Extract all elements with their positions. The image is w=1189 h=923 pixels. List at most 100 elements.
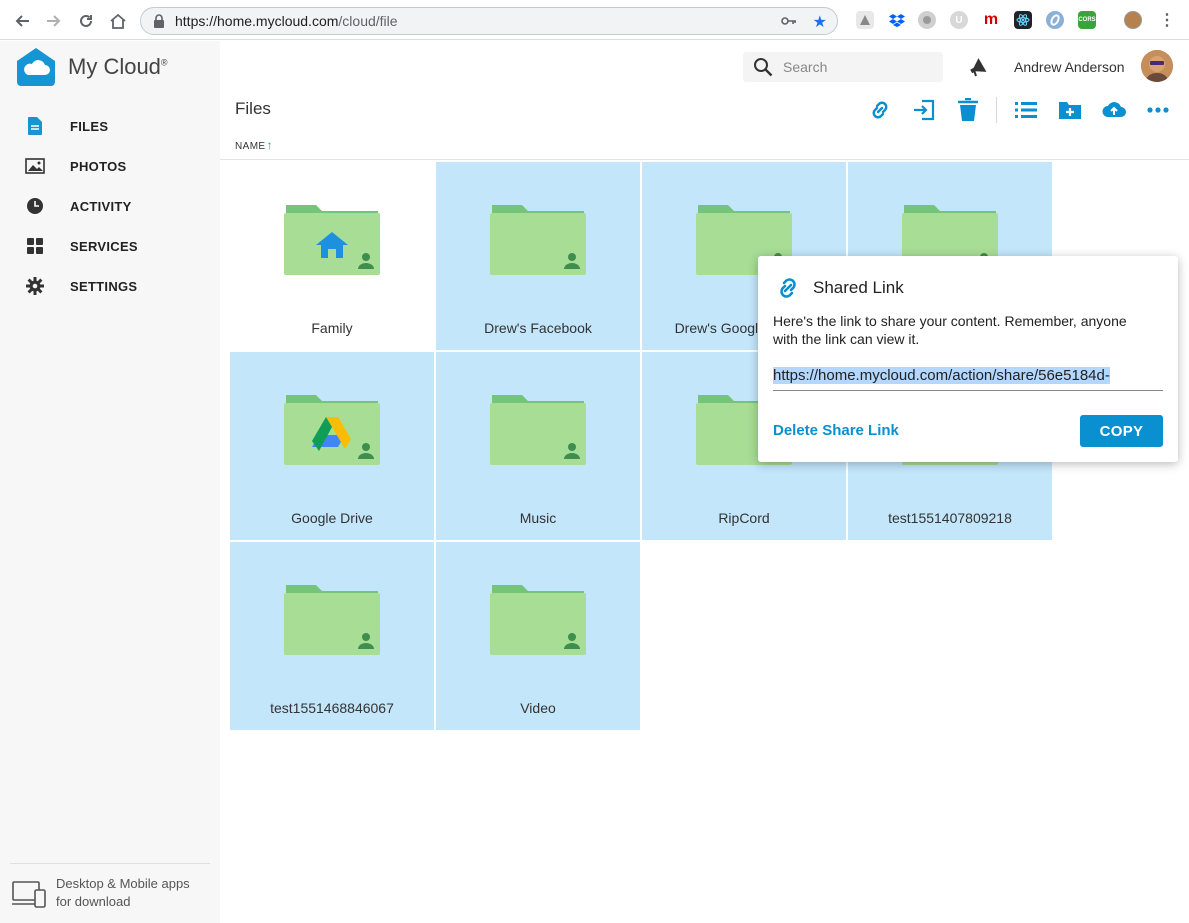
home-icon[interactable] <box>106 9 130 33</box>
share-link-button[interactable] <box>867 97 893 123</box>
move-icon <box>914 99 935 121</box>
home-folder-icon <box>284 205 380 275</box>
more-icon <box>1147 107 1169 113</box>
google-drive-folder-icon <box>284 395 380 465</box>
sidebar-item-label: PHOTOS <box>70 158 127 174</box>
grid-icon <box>24 235 46 257</box>
folder-name: Drew's Facebook <box>484 320 592 336</box>
folder-name: RipCord <box>718 510 770 526</box>
page-title: Files <box>235 99 271 118</box>
sidebar-item-label: ACTIVITY <box>70 198 132 214</box>
browser-menu-icon[interactable]: ⋮ <box>1158 11 1176 29</box>
forward-icon[interactable] <box>42 9 66 33</box>
upload-icon <box>1102 102 1126 117</box>
search-input[interactable] <box>783 59 923 75</box>
brand-text: My Cloud <box>68 54 161 79</box>
sidebar-item-label: SERVICES <box>70 238 138 254</box>
key-icon[interactable] <box>781 14 797 33</box>
my-cloud-logo-icon <box>17 48 55 86</box>
reload-icon[interactable] <box>74 9 98 33</box>
move-button[interactable] <box>911 97 937 123</box>
shared-folder-icon <box>284 585 380 655</box>
share-link-field[interactable]: https://home.mycloud.com/action/share/56… <box>773 367 1163 391</box>
dropbox-icon[interactable] <box>888 11 906 29</box>
user-name[interactable]: Andrew Anderson <box>1014 59 1125 75</box>
sidebar-item-label: FILES <box>70 118 109 134</box>
gear-icon <box>24 275 46 297</box>
delete-share-link-button[interactable]: Delete Share Link <box>773 422 899 439</box>
url-path: /cloud/file <box>338 13 398 29</box>
lock-icon <box>153 14 167 28</box>
shared-folder-icon <box>490 205 586 275</box>
folder-tile[interactable]: Music <box>436 352 640 540</box>
folder-name: test1551407809218 <box>888 510 1012 526</box>
list-view-button[interactable] <box>1013 97 1039 123</box>
new-folder-icon <box>1059 102 1081 119</box>
avatar[interactable] <box>1141 50 1173 82</box>
react-icon[interactable] <box>1014 11 1032 29</box>
name-column-header[interactable]: NAME↑ <box>235 138 273 152</box>
file-icon <box>24 115 46 137</box>
browser-toolbar: https://home.mycloud.com/cloud/file ★ U … <box>0 0 1189 40</box>
folder-tile[interactable]: Drew's Facebook <box>436 162 640 350</box>
shared-folder-icon <box>490 395 586 465</box>
trash-icon <box>958 98 978 121</box>
copy-button[interactable]: COPY <box>1080 415 1163 447</box>
devices-icon <box>12 881 46 908</box>
sidebar-item-files[interactable]: FILES <box>0 106 220 146</box>
url-host: https://home.mycloud.com <box>175 13 339 29</box>
m-icon[interactable]: m <box>982 11 1000 29</box>
sidebar-item-label: SETTINGS <box>70 278 138 294</box>
desktop-mobile-download-link[interactable]: Desktop & Mobile apps for download <box>12 875 196 911</box>
folder-tile[interactable]: Family <box>230 162 434 350</box>
folder-name: test1551468846067 <box>270 700 394 716</box>
upload-button[interactable] <box>1101 97 1127 123</box>
folder-tile[interactable]: Video <box>436 542 640 730</box>
column-header-label: NAME <box>235 141 266 152</box>
search-box[interactable] <box>743 52 943 82</box>
new-folder-button[interactable] <box>1057 97 1083 123</box>
shared-link-popover: Shared Link Here's the link to share you… <box>758 256 1178 462</box>
trademark-mark: ® <box>160 57 168 68</box>
sort-ascending-icon: ↑ <box>266 138 273 152</box>
extension-u-icon[interactable]: U <box>950 11 968 29</box>
share-link-text: https://home.mycloud.com/action/share/56… <box>773 367 1110 384</box>
address-bar[interactable]: https://home.mycloud.com/cloud/file ★ <box>140 7 838 35</box>
extension-triangle-icon[interactable] <box>856 11 874 29</box>
profile-avatar-icon[interactable] <box>1124 11 1142 29</box>
sidebar-item-photos[interactable]: PHOTOS <box>0 146 220 186</box>
sidebar-item-services[interactable]: SERVICES <box>0 226 220 266</box>
delete-button[interactable] <box>955 97 981 123</box>
sidebar-item-activity[interactable]: ACTIVITY <box>0 186 220 226</box>
list-view-icon <box>1015 102 1037 118</box>
shared-folder-icon <box>490 585 586 655</box>
folder-tile[interactable]: test1551468846067 <box>230 542 434 730</box>
photo-icon <box>24 155 46 177</box>
download-text: Desktop & Mobile apps for download <box>56 876 190 909</box>
link-icon <box>780 278 796 298</box>
popover-title: Shared Link <box>813 278 904 297</box>
folder-name: Google Drive <box>291 510 373 526</box>
folder-tile[interactable]: Google Drive <box>230 352 434 540</box>
brand-name: My Cloud® <box>68 54 168 80</box>
extension-circle-icon[interactable] <box>918 11 936 29</box>
search-icon <box>754 58 773 77</box>
megaphone-icon[interactable] <box>968 56 990 78</box>
folder-name: Music <box>519 510 557 526</box>
clock-icon <box>24 195 46 217</box>
extension-swirl-icon[interactable] <box>1046 11 1064 29</box>
header-divider <box>220 159 1189 160</box>
more-options-button[interactable] <box>1145 97 1171 123</box>
logo[interactable]: My Cloud® <box>16 47 168 87</box>
folder-name: Video <box>520 700 556 716</box>
sidebar-item-settings[interactable]: SETTINGS <box>0 266 220 306</box>
folder-name: Family <box>311 320 353 336</box>
back-icon[interactable] <box>10 9 34 33</box>
popover-description: Here's the link to share your content. R… <box>773 313 1127 347</box>
link-icon <box>872 101 888 119</box>
bookmark-star-icon[interactable]: ★ <box>813 12 827 32</box>
toolbar-separator <box>996 97 997 123</box>
cors-icon[interactable]: CORS <box>1078 11 1096 29</box>
sidebar: My Cloud® FILES PHOTOS ACTIVITY SERVICES… <box>0 41 220 923</box>
sidebar-divider <box>10 863 210 864</box>
